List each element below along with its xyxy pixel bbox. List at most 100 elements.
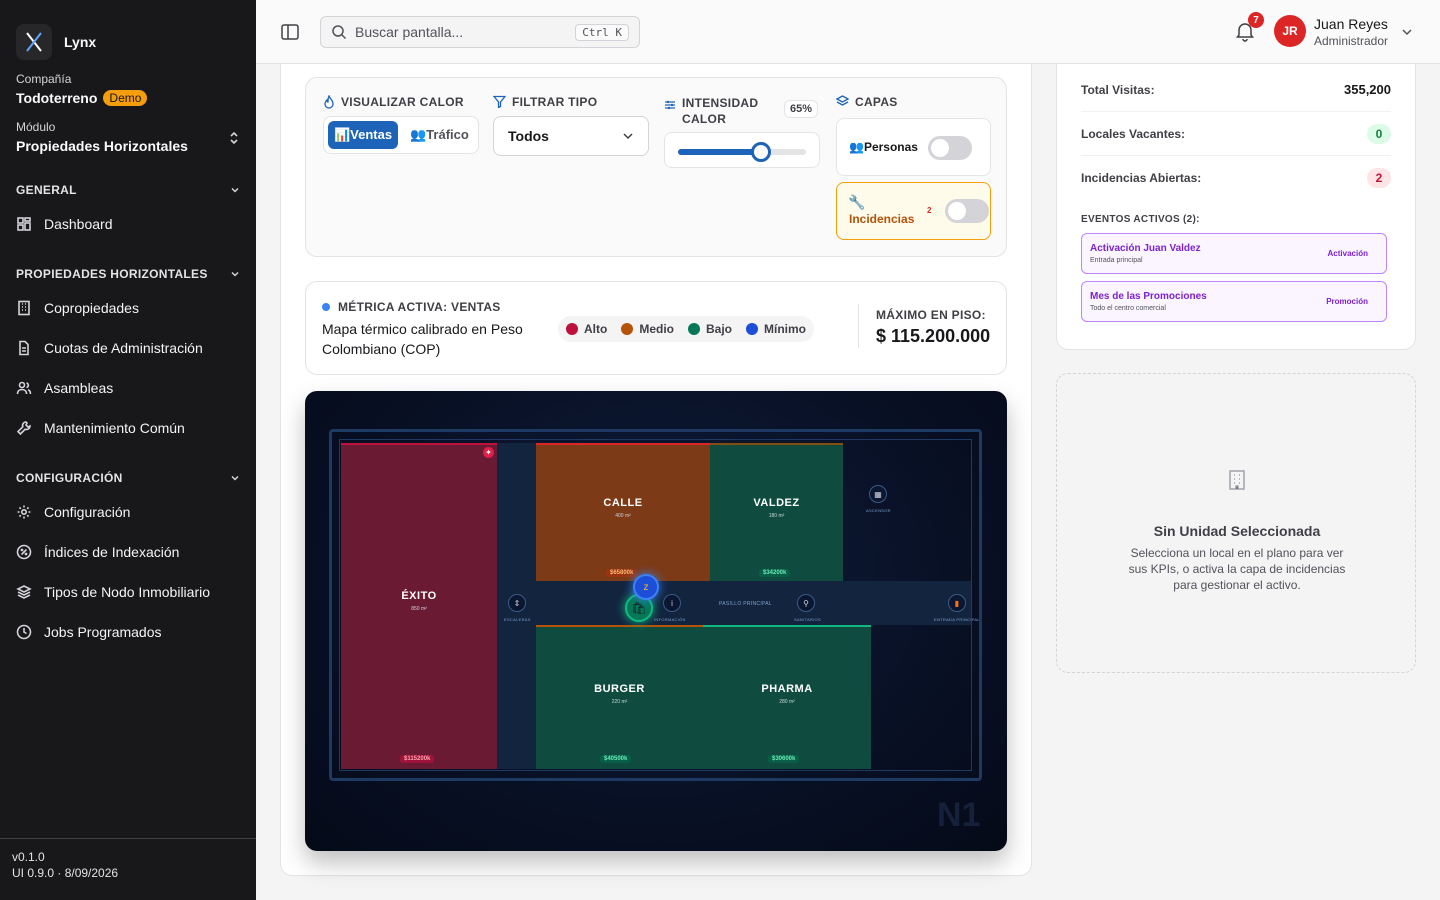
unit-calle[interactable]: CALLE 400 m² $65800k — [536, 443, 710, 581]
layers-icon — [16, 585, 32, 599]
restroom-icon[interactable]: ⚲ — [797, 594, 815, 612]
stat-incidents: Incidencias Abiertas: 2 — [1081, 156, 1391, 200]
heat-option-ventas[interactable]: 📊Ventas — [328, 121, 399, 149]
sidebar-item-label: Mantenimiento Común — [44, 420, 185, 436]
metric-title-row: MÉTRICA ACTIVA: VENTAS — [322, 300, 501, 314]
info-icon[interactable]: i — [663, 594, 681, 612]
layer-personas-toggle[interactable] — [928, 136, 972, 160]
sidebar-item-tipos-nodo[interactable]: Tipos de Nodo Inmobiliario — [16, 572, 240, 612]
stat-value: 2 — [1367, 168, 1391, 188]
unit-valdez[interactable]: VALDEZ 180 m² $34200k — [710, 443, 843, 581]
unit-area: 280 m² — [779, 699, 795, 705]
nav-section-propiedades: PROPIEDADES HORIZONTALES Copropiedades C… — [16, 266, 240, 448]
metric-title: MÉTRICA ACTIVA: VENTAS — [338, 300, 501, 314]
sidebar-item-jobs[interactable]: Jobs Programados — [16, 612, 240, 652]
legend-item-minimo: Mínimo — [746, 322, 806, 336]
layer-incidencias-toggle[interactable] — [945, 199, 989, 223]
metric-indicator-dot — [322, 303, 330, 311]
sidebar-item-indices[interactable]: Índices de Indexación — [16, 532, 240, 572]
sleep-icon[interactable]: z — [633, 574, 659, 600]
intensity-slider-container — [664, 132, 820, 168]
sidebar-item-configuracion[interactable]: Configuración — [16, 492, 240, 532]
nav-section-general: GENERAL Dashboard — [16, 182, 240, 244]
intensity-slider-fill — [678, 149, 762, 155]
unit-value-badge: $65800k — [606, 569, 638, 577]
stat-label: Locales Vacantes: — [1081, 126, 1186, 141]
company-name: Todoterreno — [16, 90, 98, 106]
floor-label: N1 — [937, 796, 981, 834]
intensity-slider-thumb[interactable] — [751, 142, 772, 162]
layers-icon — [836, 95, 849, 106]
legend-dot — [621, 323, 634, 335]
nav-section-toggle-propiedades[interactable]: PROPIEDADES HORIZONTALES — [16, 266, 240, 282]
chevron-down-icon — [231, 271, 239, 277]
nav-section-title: GENERAL — [16, 183, 77, 197]
wrench-icon: 🔧 — [848, 194, 866, 210]
legend-dot — [566, 323, 578, 335]
nav-section-toggle-configuracion[interactable]: CONFIGURACIÓN — [16, 470, 240, 486]
unit-value-badge: $30600k — [768, 755, 800, 763]
user-role: Administrador — [1314, 34, 1389, 48]
sidebar-item-mantenimiento[interactable]: Mantenimiento Común — [16, 408, 240, 448]
legend-item-bajo: Bajo — [688, 322, 732, 336]
floor-map: PASILLO PRINCIPAL ÉXITO 850 m² $115200k … — [305, 391, 1007, 851]
users-icon — [16, 381, 32, 395]
module-selector[interactable]: Módulo Propiedades Horizontales — [16, 120, 240, 154]
gear-icon — [17, 505, 31, 519]
search-input[interactable]: Buscar pantalla... Ctrl K — [320, 16, 640, 48]
grid-icon — [17, 217, 31, 231]
avatar[interactable]: JR — [1274, 15, 1306, 47]
nav-section-configuracion: CONFIGURACIÓN Configuración Índices de I… — [16, 470, 240, 652]
user-menu[interactable]: Juan Reyes Administrador — [1314, 16, 1388, 48]
lynx-logo-icon — [16, 24, 52, 60]
unit-area: 220 m² — [611, 699, 628, 705]
unit-value-badge: $34200k — [759, 569, 791, 577]
chevrons-up-down-icon — [230, 131, 238, 145]
sidebar-item-dashboard[interactable]: Dashboard — [16, 204, 240, 244]
sidebar-toggle-icon[interactable] — [280, 22, 300, 42]
legend-dot — [688, 323, 700, 335]
max-label: MÁXIMO EN PISO: — [876, 308, 986, 322]
sidebar-item-label: Configuración — [44, 504, 131, 520]
unit-name: BURGER — [594, 683, 645, 695]
chevron-down-icon — [623, 133, 633, 140]
door-icon[interactable]: ▮ — [948, 594, 966, 612]
type-filter-select[interactable]: Todos — [493, 116, 649, 156]
stat-total-visits: Total Visitas: 355,200 — [1081, 68, 1391, 112]
building-icon — [18, 300, 30, 316]
corridor-label: PASILLO PRINCIPAL — [719, 601, 772, 607]
unit-value-badge: $115200k — [400, 755, 435, 763]
event-item[interactable]: Activación Juan Valdez Entrada principal… — [1081, 233, 1387, 274]
legend-item-medio: Medio — [621, 322, 674, 336]
sidebar-item-cuotas[interactable]: Cuotas de Administración — [16, 328, 240, 368]
event-item[interactable]: Mes de las Promociones Todo el centro co… — [1081, 281, 1387, 322]
legend-dot — [746, 323, 759, 335]
unit-area: 180 m² — [768, 513, 785, 519]
app-version: v0.1.0 — [12, 850, 45, 864]
heatmap-controls: VISUALIZAR CALOR 📊Ventas 👥Tráfico FILTRA… — [305, 77, 1007, 257]
unit-burger[interactable]: BURGER 220 m² $40500k — [536, 625, 703, 769]
brand[interactable]: Lynx — [16, 24, 96, 60]
company-selector[interactable]: Compañía Todoterreno Demo — [16, 72, 148, 106]
event-type: Activación — [1327, 249, 1368, 258]
sidebar-item-asambleas[interactable]: Asambleas — [16, 368, 240, 408]
flame-icon — [324, 95, 334, 109]
unit-pharma[interactable]: PHARMA 280 m² $30600k — [703, 625, 871, 769]
event-subtitle: Todo el centro comercial — [1090, 305, 1166, 312]
chevron-down-icon[interactable] — [1401, 26, 1413, 38]
intensity-slider[interactable] — [678, 142, 806, 162]
heat-option-trafico[interactable]: 👥Tráfico — [404, 121, 475, 149]
unit-name: VALDEZ — [753, 497, 800, 509]
poi-label: ASCENSOR — [866, 508, 891, 513]
event-title: Activación Juan Valdez — [1090, 243, 1201, 254]
unit-exito[interactable]: ÉXITO 850 m² $115200k ✦ — [341, 443, 497, 769]
sidebar-item-copropiedades[interactable]: Copropiedades — [16, 288, 240, 328]
alert-icon[interactable]: ✦ — [483, 447, 494, 458]
poi-label: INFORMACIÓN — [654, 617, 686, 622]
stairs-icon[interactable]: ⇕ — [508, 594, 526, 612]
event-type: Promoción — [1326, 297, 1368, 306]
elevator-icon[interactable]: ▦ — [869, 485, 887, 503]
filter-icon — [493, 95, 506, 108]
nav-section-toggle-general[interactable]: GENERAL — [16, 182, 240, 198]
heat-legend: Alto Medio Bajo Mínimo — [558, 316, 815, 342]
